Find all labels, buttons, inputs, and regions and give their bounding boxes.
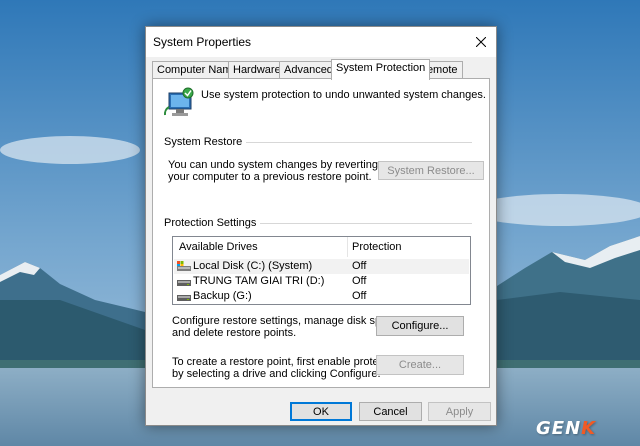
system-properties-dialog: System Properties Computer Name Hardware… (145, 26, 497, 426)
drives-list-header: Available Drives Protection (173, 237, 470, 257)
tab-advanced[interactable]: Advanced (279, 61, 338, 79)
drive-icon (177, 295, 191, 301)
drive-row-c[interactable]: Local Disk (C:) (System) Off (174, 259, 469, 274)
column-header-available-drives[interactable]: Available Drives (179, 241, 258, 253)
drive-name: Backup (G:) (193, 290, 252, 302)
apply-button[interactable]: Apply (428, 402, 491, 421)
drive-icon (177, 280, 191, 286)
window-title: System Properties (153, 35, 252, 49)
drive-protection-status: Off (352, 260, 367, 272)
system-drive-icon (177, 261, 191, 271)
system-restore-button[interactable]: System Restore... (378, 161, 484, 180)
create-button[interactable]: Create... (376, 355, 464, 375)
drive-name: Local Disk (C:) (System) (193, 260, 313, 272)
drive-name: TRUNG TAM GIAI TRI (D:) (193, 275, 325, 287)
close-icon (476, 36, 486, 47)
ok-button[interactable]: OK (290, 402, 352, 421)
configure-button[interactable]: Configure... (376, 316, 464, 336)
tab-system-protection[interactable]: System Protection (331, 59, 431, 80)
tab-strip: Computer Name Hardware Advanced System P… (152, 59, 492, 80)
column-header-protection[interactable]: Protection (352, 241, 402, 253)
drive-protection-status: Off (352, 290, 367, 302)
cancel-button[interactable]: Cancel (359, 402, 422, 421)
genk-watermark-logo: GENK (536, 418, 596, 439)
watermark-text-main: GEN (536, 418, 582, 439)
protection-settings-heading: Protection Settings (164, 217, 261, 229)
column-separator (347, 237, 348, 257)
system-restore-description-line1: You can undo system changes by reverting (168, 159, 378, 171)
drive-row-g[interactable]: Backup (G:) Off (174, 289, 469, 304)
system-restore-heading: System Restore (164, 136, 247, 148)
configure-description-line1: Configure restore settings, manage disk … (172, 315, 402, 327)
drive-row-d[interactable]: TRUNG TAM GIAI TRI (D:) Off (174, 274, 469, 289)
create-description-line1: To create a restore point, first enable … (172, 356, 402, 368)
drive-protection-status: Off (352, 275, 367, 287)
drives-list[interactable]: Available Drives Protection Local Disk (… (172, 236, 471, 305)
system-protection-panel: Use system protection to undo unwanted s… (152, 78, 490, 388)
close-button[interactable] (466, 27, 496, 56)
title-bar[interactable]: System Properties (146, 27, 496, 57)
tab-hardware[interactable]: Hardware (228, 61, 286, 79)
system-restore-description-line2: your computer to a previous restore poin… (168, 171, 372, 183)
intro-text: Use system protection to undo unwanted s… (201, 89, 486, 101)
system-protection-icon (163, 87, 194, 116)
configure-description-line2: and delete restore points. (172, 327, 297, 339)
create-description-line2: by selecting a drive and clicking Config… (172, 368, 381, 380)
watermark-text-accent: K (581, 418, 597, 439)
